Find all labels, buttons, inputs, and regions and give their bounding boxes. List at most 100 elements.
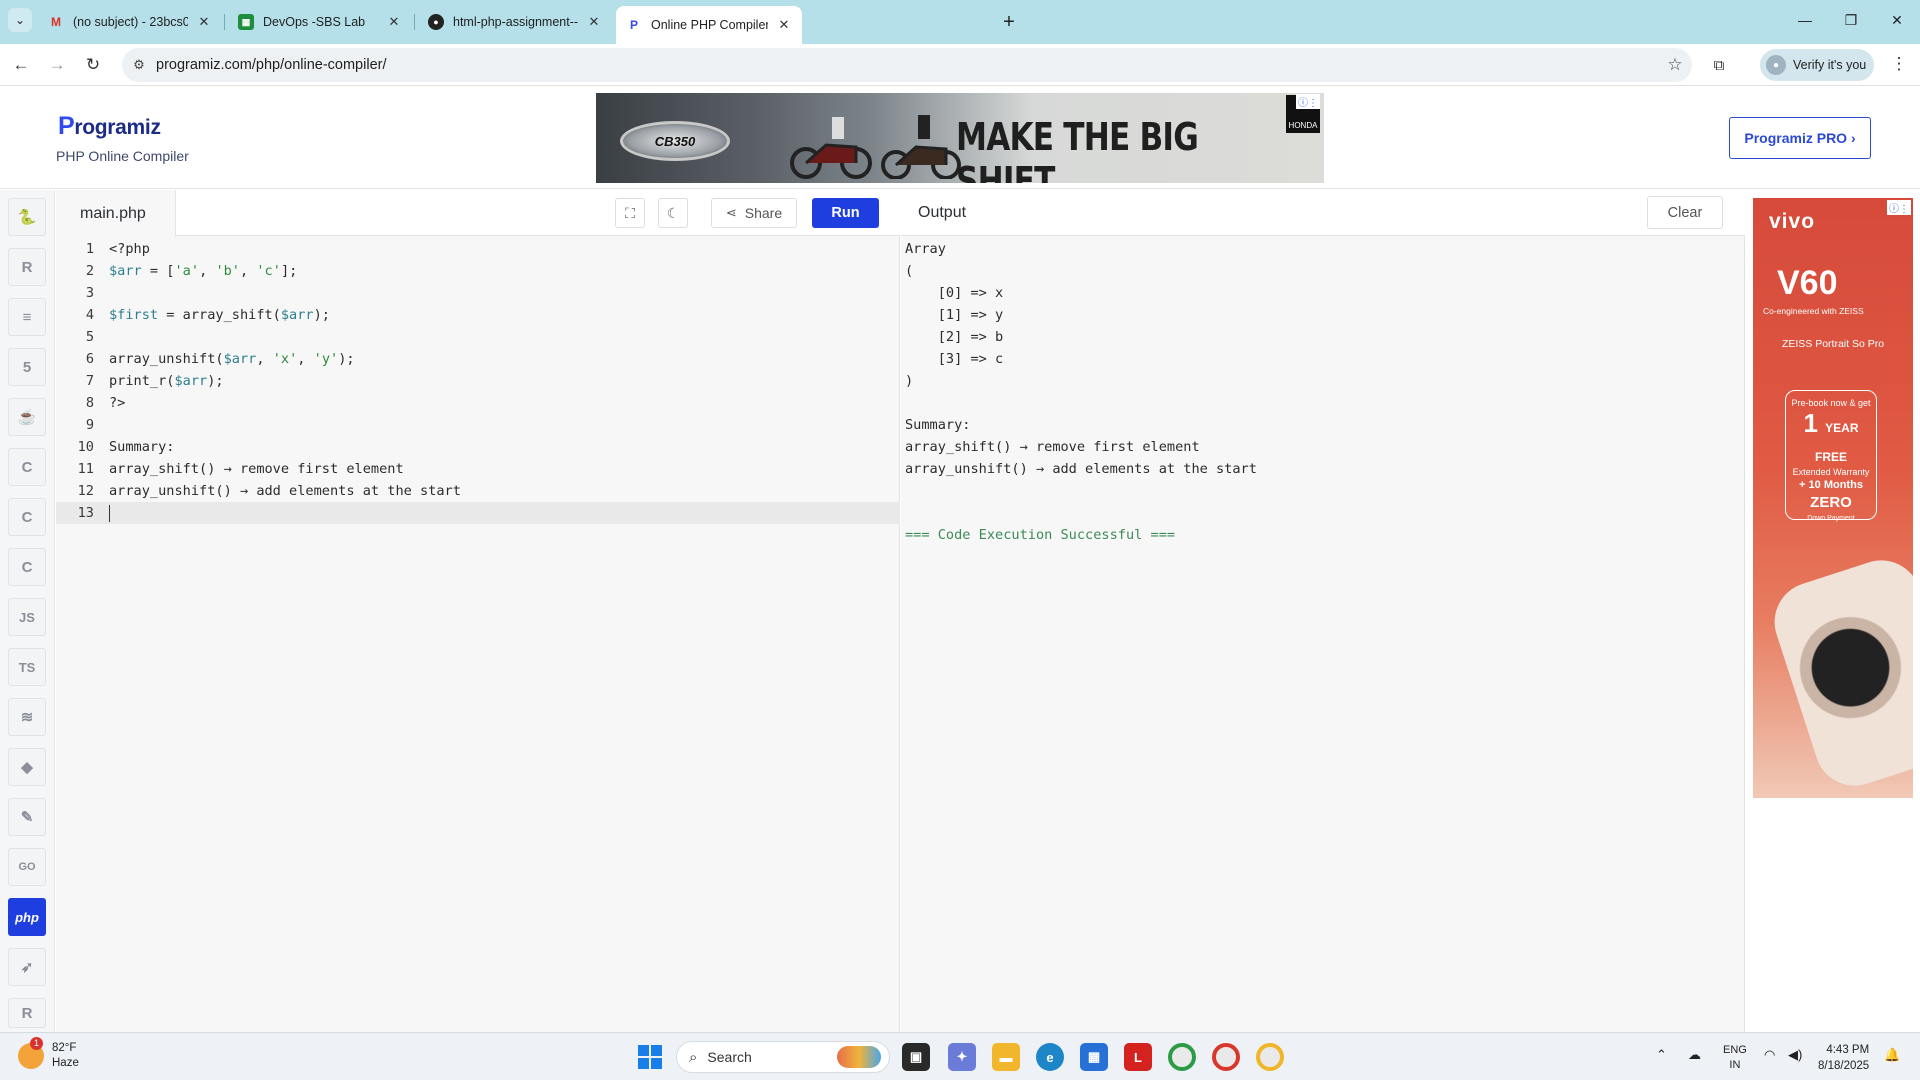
browser-menu-icon[interactable]: ⋮	[1888, 54, 1910, 76]
programiz-pro-button[interactable]: Programiz PRO ›	[1729, 117, 1871, 159]
typescript-icon[interactable]: TS	[8, 648, 46, 686]
close-window-icon[interactable]: ✕	[1874, 0, 1920, 40]
r-icon[interactable]: R	[8, 248, 46, 286]
restore-icon[interactable]: ❐	[1828, 0, 1874, 40]
output-line: [2] => b	[905, 329, 1004, 345]
java-icon[interactable]: ☕	[8, 398, 46, 436]
task-view-icon[interactable]: ▣	[902, 1043, 930, 1071]
search-highlight-icon	[837, 1046, 881, 1068]
weather-widget[interactable]: 1 82°F Haze	[18, 1036, 79, 1071]
sql-icon[interactable]: ≡	[8, 298, 46, 336]
javascript-icon[interactable]: JS	[8, 598, 46, 636]
ad-info-icon[interactable]: ⓘ⋮	[1887, 200, 1911, 215]
code-line: 2 $arr = ['a', 'b', 'c'];	[85, 263, 298, 279]
file-explorer-icon[interactable]: ▬	[992, 1043, 1020, 1071]
output-line: Summary:	[905, 417, 971, 433]
html-icon[interactable]: 5	[8, 348, 46, 386]
extensions-icon[interactable]: ⧉	[1708, 54, 1730, 76]
reload-icon[interactable]: ↻	[78, 50, 108, 80]
dark-mode-icon[interactable]: ☾	[658, 198, 688, 228]
close-tab-icon[interactable]: ✕	[586, 14, 602, 30]
profile-button[interactable]: ● Verify it's you	[1760, 49, 1874, 81]
run-button[interactable]: Run	[812, 198, 879, 228]
file-tab[interactable]: main.php	[56, 190, 176, 237]
tab-sheets[interactable]: ▦ DevOps -SBS Lab ✕	[228, 6, 412, 38]
code-line: 5	[85, 329, 94, 345]
output-line: (	[905, 263, 914, 279]
side-ad[interactable]: vivo V60 Co-engineered with ZEISS ZEISS …	[1753, 198, 1913, 798]
minimize-icon[interactable]: —	[1782, 0, 1828, 40]
chrome-active-icon[interactable]	[1256, 1043, 1284, 1071]
url-text[interactable]: programiz.com/php/online-compiler/	[156, 57, 1658, 73]
code-line: 3	[85, 285, 94, 301]
code-area[interactable]: 1 <?php 2 $arr = ['a', 'b', 'c']; 3 4 $firs…	[56, 238, 900, 524]
ad-headline: MAKE THE BIG SHIFT	[956, 115, 1199, 183]
clock[interactable]: 4:43 PM 8/18/2025	[1818, 1043, 1869, 1074]
c-icon[interactable]: C	[8, 448, 46, 486]
go-icon[interactable]: GO	[8, 848, 46, 886]
output-line: [1] => y	[905, 307, 1004, 323]
ruby-icon[interactable]: ◆	[8, 748, 46, 786]
weather-icon: 1	[18, 1036, 44, 1069]
offer-months: + 10 Months	[1799, 479, 1863, 492]
site-header: Programiz PHP Online Compiler CB350 MAKE…	[0, 86, 1920, 189]
ad-feature: ZEISS Portrait So Pro	[1781, 338, 1885, 350]
store-icon[interactable]: ▦	[1080, 1043, 1108, 1071]
start-icon[interactable]	[638, 1045, 662, 1069]
language-indicator[interactable]: ENG IN	[1723, 1043, 1747, 1073]
execution-status: === Code Execution Successful ===	[905, 527, 1176, 543]
fullscreen-icon[interactable]: ⛶	[615, 198, 645, 228]
php-icon[interactable]: php	[8, 898, 46, 936]
address-bar[interactable]: ⚙ programiz.com/php/online-compiler/ ☆	[122, 48, 1692, 82]
close-tab-icon[interactable]: ✕	[776, 17, 792, 33]
tab-search-button[interactable]: ⌄	[8, 8, 32, 32]
tab-gmail[interactable]: M (no subject) - 23bcs060@psgrk ✕	[38, 6, 222, 38]
tab-github[interactable]: ● html-php-assignment--minuda ✕	[418, 6, 612, 38]
site-info-icon[interactable]: ⚙	[122, 57, 156, 73]
onedrive-icon[interactable]: ☁	[1688, 1047, 1701, 1063]
swift-icon[interactable]: ➶	[8, 948, 46, 986]
offer-sub: Extended Warranty	[1792, 467, 1870, 478]
chrome-icon[interactable]	[1168, 1043, 1196, 1071]
tray-overflow-icon[interactable]: ⌃	[1656, 1047, 1667, 1063]
banner-ad[interactable]: CB350 MAKE THE BIG SHIFT HONDA ⓘ⋮	[596, 93, 1324, 183]
output-line: Array	[905, 241, 946, 257]
share-icon: ⋖	[725, 205, 737, 220]
close-tab-icon[interactable]: ✕	[196, 14, 212, 30]
copilot-icon[interactable]: ✦	[948, 1043, 976, 1071]
tab-programiz[interactable]: P Online PHP Compiler - Program ✕	[616, 6, 802, 44]
output-line: array_unshift() → add elements at the st…	[905, 461, 1257, 477]
kotlin-icon[interactable]: ✎	[8, 798, 46, 836]
python-icon[interactable]: 🐍	[8, 198, 46, 236]
programiz-logo[interactable]: Programiz	[58, 112, 161, 141]
ad-info-icon[interactable]: ⓘ⋮	[1296, 94, 1320, 109]
stack-icon[interactable]: ≋	[8, 698, 46, 736]
ad-model: V60	[1777, 264, 1838, 302]
clear-button[interactable]: Clear	[1647, 196, 1723, 229]
close-tab-icon[interactable]: ✕	[386, 14, 402, 30]
edge-icon[interactable]: e	[1036, 1043, 1064, 1071]
notification-bell-icon[interactable]: 🔔	[1884, 1047, 1900, 1063]
csharp-icon[interactable]: C	[8, 548, 46, 586]
taskbar: 1 82°F Haze ⌕ Search ▣ ✦ ▬ e ▦ L ⌃ ☁ ENG…	[0, 1032, 1920, 1080]
back-icon[interactable]: ←	[6, 50, 36, 80]
bookmark-star-icon[interactable]: ☆	[1658, 55, 1692, 75]
cpp-icon[interactable]: C	[8, 498, 46, 536]
output-toolbar: Output Clear	[901, 190, 1745, 236]
rust-icon[interactable]: R	[8, 998, 46, 1028]
programiz-icon: P	[629, 18, 638, 32]
notification-badge: 1	[30, 1036, 43, 1050]
logo-initial: P	[58, 112, 75, 140]
forward-icon[interactable]: →	[42, 50, 72, 80]
gmail-icon: M	[51, 15, 61, 29]
share-button[interactable]: ⋖ Share	[711, 198, 797, 228]
wifi-icon[interactable]: ◠	[1764, 1047, 1775, 1063]
code-line-current[interactable]: 13	[56, 502, 900, 524]
chrome-profile-icon[interactable]	[1212, 1043, 1240, 1071]
taskbar-search[interactable]: ⌕ Search	[676, 1041, 890, 1073]
code-line: 4 $first = array_shift($arr);	[85, 307, 330, 323]
new-tab-icon[interactable]: +	[995, 8, 1023, 36]
motorcycles-image	[790, 115, 961, 179]
volume-icon[interactable]: ◀)	[1788, 1047, 1802, 1063]
lenovo-icon[interactable]: L	[1124, 1043, 1152, 1071]
